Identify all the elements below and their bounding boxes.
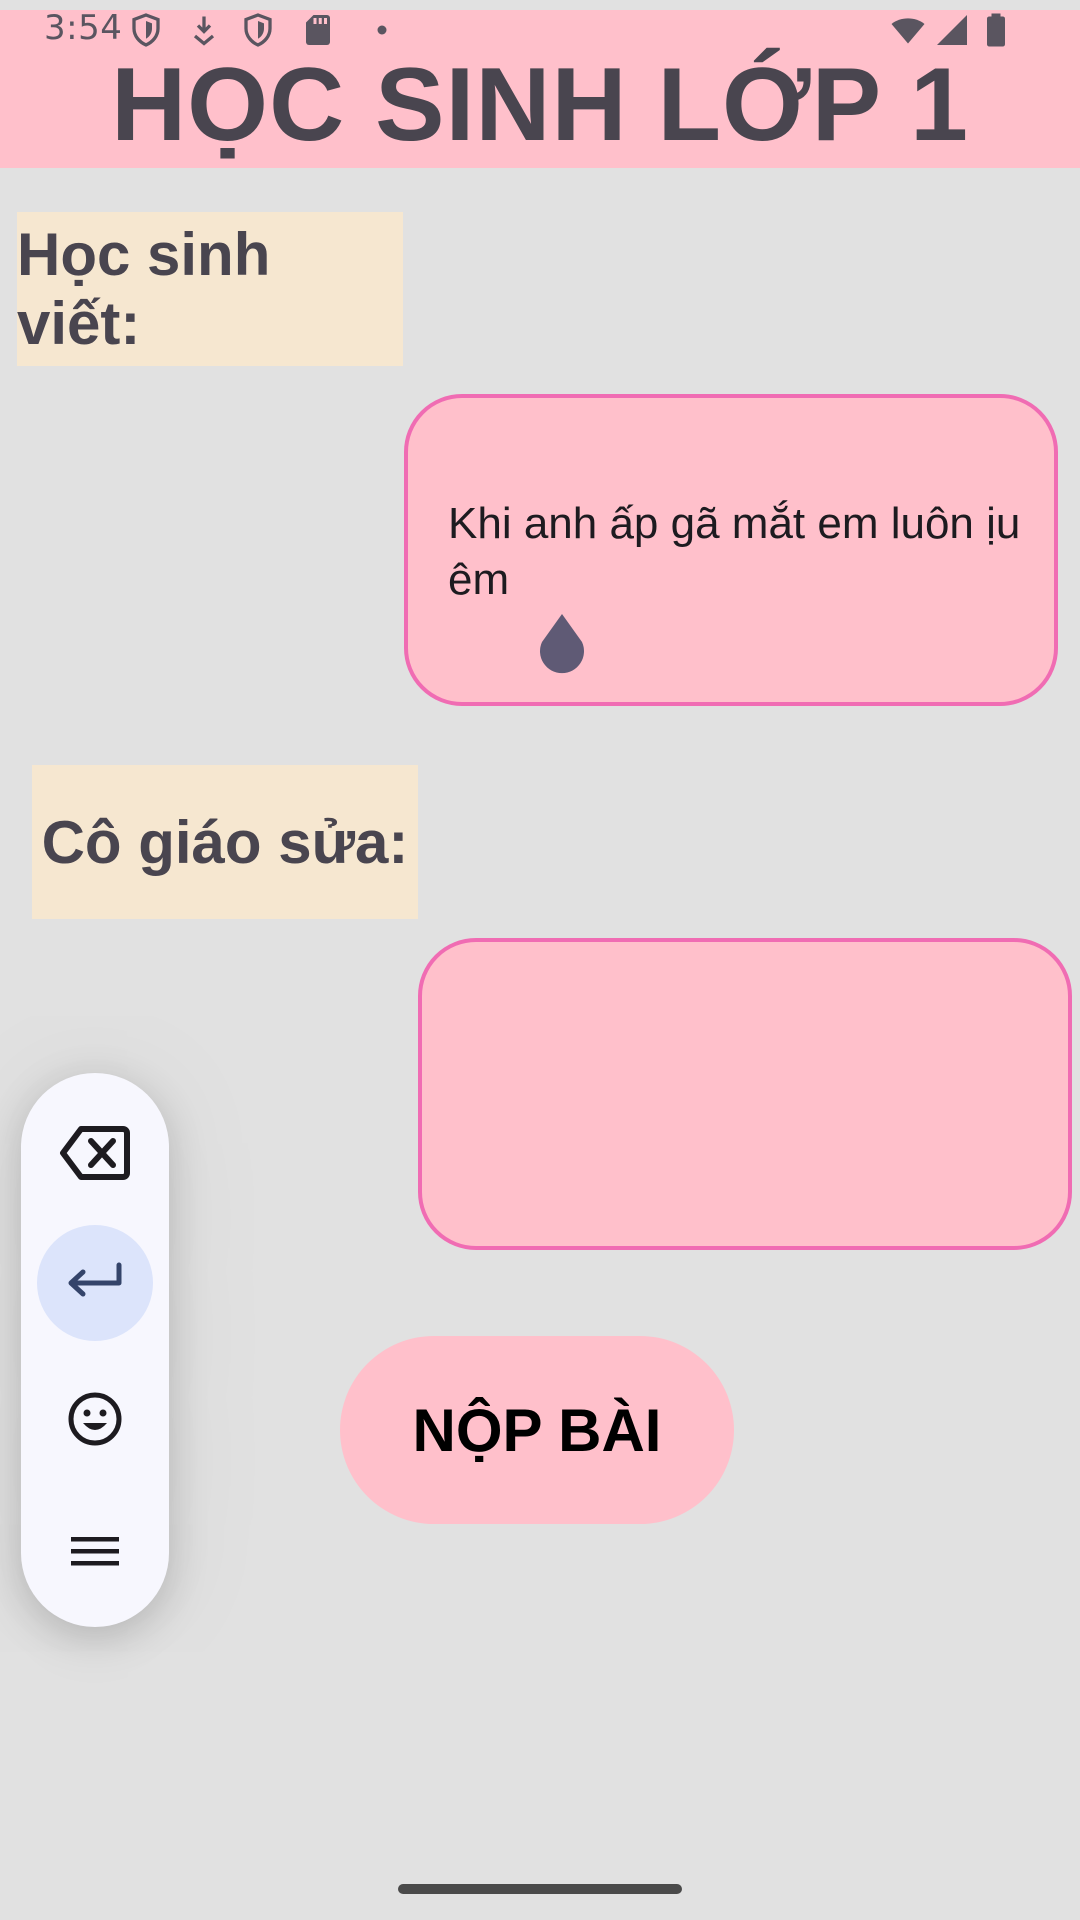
status-time: 3:54 <box>44 8 123 48</box>
home-indicator[interactable] <box>398 1884 682 1894</box>
menu-button[interactable] <box>37 1495 153 1611</box>
shield-icon <box>128 12 164 48</box>
teacher-label: Cô giáo sửa: <box>32 765 418 919</box>
shield-icon <box>240 12 276 48</box>
teacher-text-field[interactable] <box>418 938 1072 1250</box>
backspace-button[interactable] <box>37 1097 153 1213</box>
emoji-icon <box>67 1391 123 1452</box>
student-text-field[interactable]: Khi anh ấp gã mắt em luôn ịu êm <box>404 394 1058 706</box>
dot-icon <box>364 12 400 48</box>
student-text-value: Khi anh ấp gã mắt em luôn ịu êm <box>448 499 1021 604</box>
status-bar: 3:54 <box>0 0 1080 62</box>
floating-keyboard-toolbar <box>21 1073 169 1627</box>
download-icon <box>186 12 222 48</box>
enter-icon <box>65 1261 125 1306</box>
battery-icon <box>978 12 1014 48</box>
teacher-label-text: Cô giáo sửa: <box>41 808 409 876</box>
enter-button[interactable] <box>37 1225 153 1341</box>
student-label-text: Học sinh viết: <box>17 221 271 357</box>
emoji-button[interactable] <box>37 1363 153 1479</box>
wifi-icon <box>888 12 928 48</box>
menu-icon <box>69 1531 121 1576</box>
signal-icon <box>934 12 970 48</box>
submit-button[interactable]: NỘP BÀI <box>340 1336 734 1524</box>
text-cursor-handle-icon[interactable] <box>536 612 588 676</box>
sd-card-icon <box>300 12 336 48</box>
student-label: Học sinh viết: <box>17 212 403 366</box>
submit-button-label: NỘP BÀI <box>412 1396 662 1464</box>
backspace-icon <box>59 1125 131 1186</box>
